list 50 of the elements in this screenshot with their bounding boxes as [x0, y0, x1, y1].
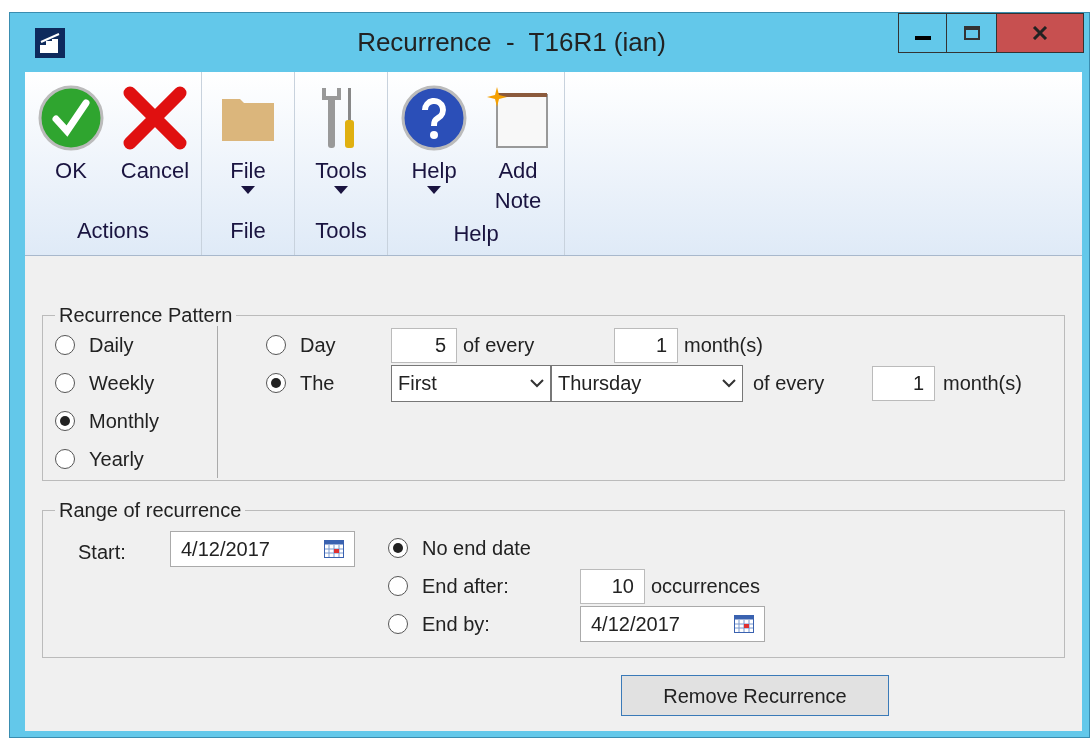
x-icon [122, 85, 188, 151]
number-field[interactable]: 1 [614, 327, 678, 363]
maximize-button[interactable] [947, 13, 996, 53]
chevron-down-icon [722, 378, 736, 388]
group-label: Tools [314, 217, 368, 245]
field-label: of every [462, 333, 536, 358]
radio-button[interactable]: End by: [388, 605, 580, 643]
ribbon-button[interactable]: Tools [301, 82, 381, 213]
ribbon-button[interactable]: Help [394, 82, 474, 216]
ribbon-button[interactable]: File [208, 82, 288, 213]
radio-button[interactable]: End after: [388, 567, 580, 605]
minimize-icon [914, 36, 931, 40]
dropdown[interactable]: First [391, 364, 551, 402]
ribbon-button[interactable]: Add Note [478, 82, 558, 216]
maximize-icon [963, 26, 980, 40]
ribbon-button[interactable]: OK [31, 82, 111, 213]
checkmark-icon [38, 85, 104, 151]
radio-button[interactable]: Weekly [55, 364, 217, 402]
calendar-icon [324, 540, 344, 558]
radio-button[interactable]: Daily [55, 326, 217, 364]
group-label: Actions [75, 217, 151, 245]
date-field[interactable]: 4/12/2017 [170, 531, 355, 567]
number-field[interactable]: 5 [391, 327, 457, 363]
remove-recurrence-button[interactable]: Remove Recurrence [621, 675, 889, 716]
close-icon [1032, 26, 1048, 40]
group-label: File [229, 217, 267, 245]
field-label: month(s) [683, 333, 763, 358]
date-field[interactable]: 4/12/2017 [580, 606, 765, 642]
group-title: Range of recurrence [58, 498, 243, 523]
number-field[interactable]: 1 [872, 365, 935, 401]
group-label: Help [452, 220, 500, 248]
close-button[interactable] [996, 13, 1084, 53]
dropdown[interactable]: Thursday [551, 364, 743, 402]
radio-button[interactable]: No end date [388, 529, 580, 567]
field-label: of every [752, 371, 826, 396]
field-label: occurrences [650, 574, 760, 599]
radio-button[interactable]: Monthly [55, 402, 217, 440]
ribbon-button[interactable]: Cancel [115, 82, 195, 213]
group-title: Recurrence Pattern [58, 303, 234, 328]
field-label: month(s) [942, 371, 1022, 396]
window-title: Recurrence - T16R1 (ian) [356, 26, 667, 59]
field-label: Start: [78, 540, 127, 565]
chevron-down-icon [530, 378, 544, 388]
number-field[interactable]: 10 [580, 568, 645, 604]
radio-button[interactable]: Day [266, 326, 391, 364]
minimize-button[interactable] [898, 13, 947, 53]
help-icon [401, 85, 467, 151]
radio-button[interactable]: The [266, 364, 391, 402]
radio-button[interactable]: Yearly [55, 440, 217, 478]
calendar-icon [734, 615, 754, 633]
